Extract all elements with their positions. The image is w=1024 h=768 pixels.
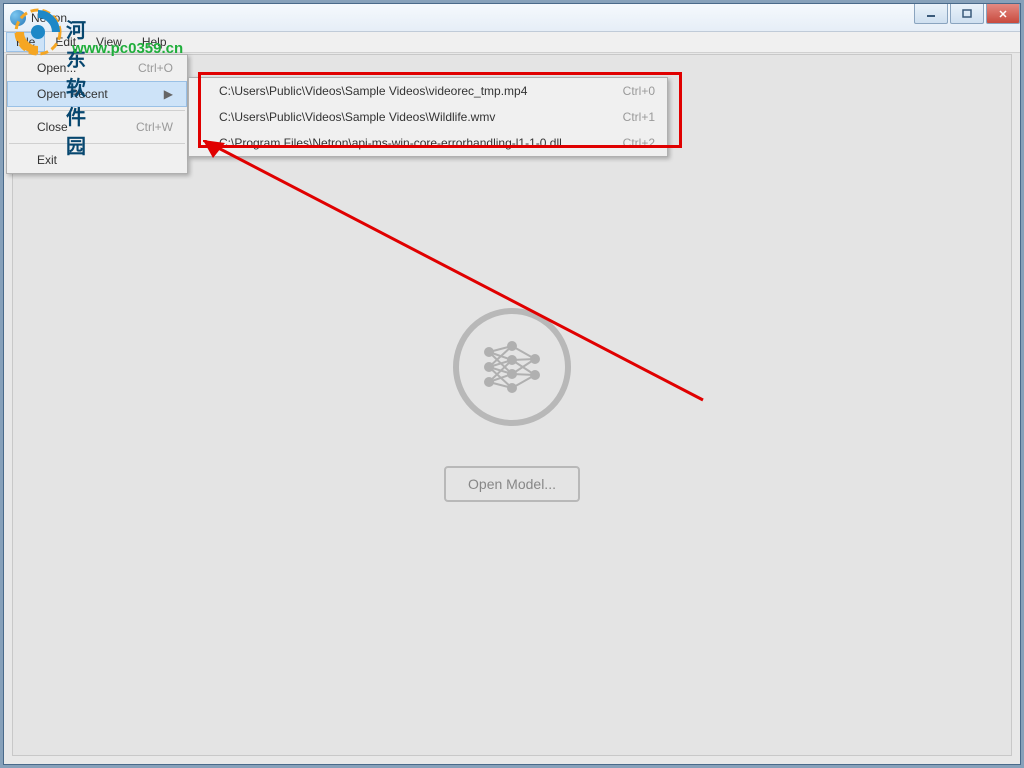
recent-file-path: C:\Users\Public\Videos\Sample Videos\vid…: [219, 84, 527, 98]
app-icon: [10, 10, 26, 26]
menu-view[interactable]: View: [86, 32, 132, 52]
menu-item-label: Open Recent: [37, 87, 108, 101]
menu-item-exit[interactable]: Exit: [7, 147, 187, 173]
menu-item-shortcut: Ctrl+O: [108, 61, 173, 75]
window-title: Netron: [31, 11, 67, 25]
maximize-button[interactable]: [950, 4, 984, 24]
menu-item-close[interactable]: Close Ctrl+W: [7, 114, 187, 140]
app-window: Netron File Edit View Help: [3, 3, 1021, 765]
menu-separator: [9, 143, 185, 144]
close-button[interactable]: [986, 4, 1020, 24]
menu-edit[interactable]: Edit: [45, 32, 86, 52]
menu-item-shortcut: Ctrl+0: [593, 84, 655, 98]
menu-item-open-recent[interactable]: Open Recent ▶: [7, 81, 187, 107]
netron-logo: [453, 308, 571, 426]
open-model-button[interactable]: Open Model...: [444, 466, 580, 502]
submenu-arrow-icon: ▶: [144, 87, 173, 101]
menu-item-shortcut: Ctrl+W: [106, 120, 173, 134]
window-controls: [912, 4, 1020, 24]
menu-item-label: Exit: [37, 153, 57, 167]
menubar: File Edit View Help: [4, 32, 1020, 53]
file-dropdown: Open... Ctrl+O Open Recent ▶ Close Ctrl+…: [6, 54, 188, 174]
menu-help[interactable]: Help: [132, 32, 177, 52]
menu-item-shortcut: Ctrl+1: [593, 110, 655, 124]
recent-file-item[interactable]: C:\Users\Public\Videos\Sample Videos\Wil…: [189, 104, 667, 130]
titlebar: Netron: [4, 4, 1020, 32]
menu-item-shortcut: Ctrl+2: [593, 136, 655, 150]
menu-item-label: Close: [37, 120, 68, 134]
menu-item-open[interactable]: Open... Ctrl+O: [7, 55, 187, 81]
recent-file-path: C:\Program Files\Netron\api-ms-win-core-…: [219, 136, 562, 150]
open-recent-submenu: C:\Users\Public\Videos\Sample Videos\vid…: [188, 77, 668, 157]
menu-file[interactable]: File: [6, 32, 45, 52]
recent-file-item[interactable]: C:\Program Files\Netron\api-ms-win-core-…: [189, 130, 667, 156]
minimize-button[interactable]: [914, 4, 948, 24]
menu-item-label: Open...: [37, 61, 76, 75]
recent-file-item[interactable]: C:\Users\Public\Videos\Sample Videos\vid…: [189, 78, 667, 104]
menu-separator: [9, 110, 185, 111]
recent-file-path: C:\Users\Public\Videos\Sample Videos\Wil…: [219, 110, 495, 124]
